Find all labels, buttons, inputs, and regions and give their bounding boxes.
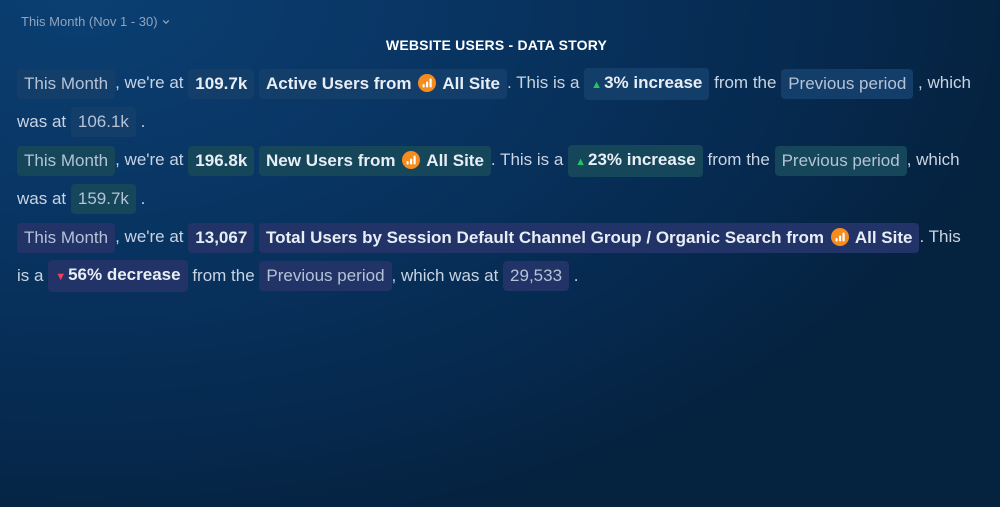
data-story: This Month, we're at 109.7k Active Users… [17,64,977,295]
source-label: All Site [442,73,500,93]
previous-value-chip[interactable]: 29,533 [503,261,570,292]
story-active-users: This Month, we're at 109.7k Active Users… [17,64,977,141]
story-new-users: This Month, we're at 196.8k New Users fr… [17,141,977,218]
google-analytics-icon [402,150,421,169]
period-chip[interactable]: This Month [17,222,116,253]
value-chip[interactable]: 109.7k [188,68,255,99]
previous-value-chip[interactable]: 159.7k [70,184,136,215]
change-chip[interactable]: ▼ 56% decrease [48,260,188,293]
source-label: All Site [854,227,913,247]
google-analytics-icon [830,227,849,246]
comparison-chip[interactable]: Previous period [259,261,392,292]
period-chip[interactable]: This Month [17,145,116,176]
metric-chip[interactable]: New Users from All Site [259,145,491,176]
metric-label: Active Users [266,73,370,93]
chevron-down-icon [162,19,169,24]
previous-value-chip[interactable]: 106.1k [70,107,136,138]
value-chip[interactable]: 13,067 [188,222,255,253]
change-chip[interactable]: ▲ 23% increase [568,144,703,177]
metric-chip[interactable]: Total Users by Session Default Channel G… [259,222,920,253]
triangle-down-icon: ▼ [55,271,67,284]
value-chip[interactable]: 196.8k [188,145,255,176]
period-selector-label: This Month (Nov 1 - 30) [21,14,158,29]
period-selector[interactable]: This Month (Nov 1 - 30) [21,14,170,29]
period-chip[interactable]: This Month [17,68,116,99]
google-analytics-icon [418,73,437,92]
page-title: WEBSITE USERS - DATA STORY [385,37,608,53]
metric-label: New Users [266,150,353,170]
metric-label: Total Users by Session Default Channel G… [266,227,782,247]
story-organic-search-users: This Month, we're at 13,067 Total Users … [17,218,977,295]
comparison-chip[interactable]: Previous period [774,145,907,176]
metric-chip[interactable]: Active Users from All Site [259,68,507,99]
triangle-up-icon: ▲ [575,155,586,168]
source-label: All Site [426,150,484,170]
change-chip[interactable]: ▲ 3% increase [584,67,710,100]
triangle-up-icon: ▲ [591,78,603,91]
comparison-chip[interactable]: Previous period [781,68,914,99]
